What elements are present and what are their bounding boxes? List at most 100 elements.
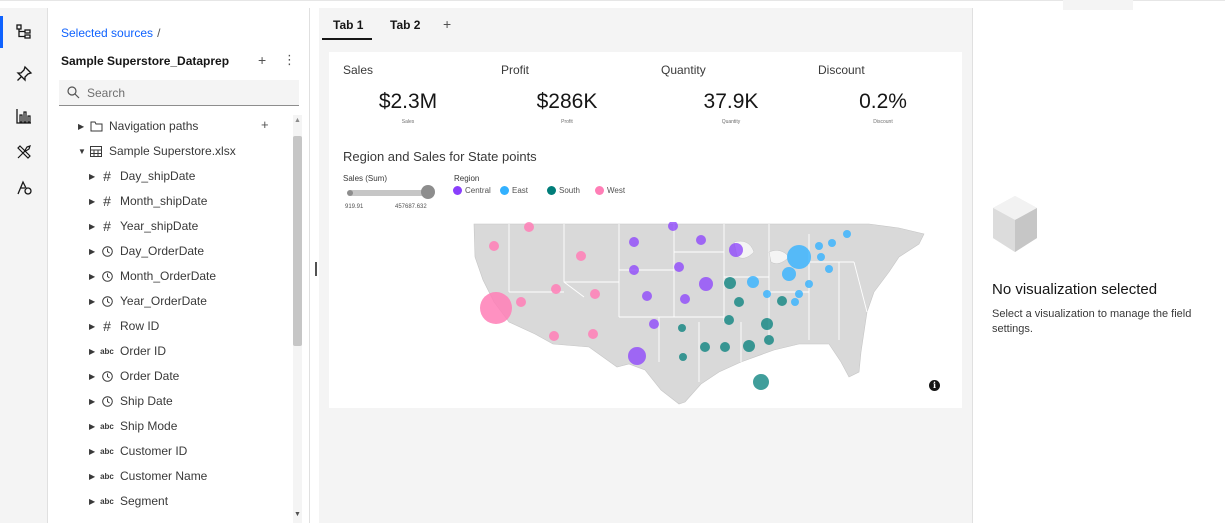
kpi-value-sales[interactable]: $2.3M <box>338 90 478 114</box>
kpi-caption-sales: Sales <box>401 119 415 125</box>
clock-icon <box>99 370 115 382</box>
tree-item-navigation-paths[interactable]: ▶ Navigation paths <box>78 115 198 137</box>
expand-right-icon[interactable]: ▶ <box>89 347 99 356</box>
format-button[interactable] <box>0 170 48 206</box>
tree-item-label: Ship Mode <box>120 419 178 433</box>
source-name: Sample Superstore_Dataprep <box>61 54 230 68</box>
source-overflow-menu-button[interactable]: ⋮ <box>283 52 296 68</box>
expand-right-icon[interactable]: ▶ <box>89 247 99 256</box>
point-east <box>843 230 851 238</box>
pin-icon <box>16 65 33 82</box>
tree-item-field[interactable]: ▶ Ship Date <box>89 390 173 412</box>
tree-item-field[interactable]: ▶ # Month_shipDate <box>89 190 207 212</box>
kpi-caption-quantity: Quantity <box>721 119 741 125</box>
tree-item-field[interactable]: ▶ Order Date <box>89 365 179 387</box>
folder-icon <box>88 121 104 132</box>
scroll-up-icon[interactable]: ▲ <box>294 117 301 124</box>
tree-item-field[interactable]: ▶ abc Customer ID <box>89 440 187 462</box>
expand-down-icon[interactable]: ▼ <box>78 147 88 156</box>
point-west <box>590 289 600 299</box>
point-south <box>753 374 769 390</box>
size-legend-max-marker <box>421 185 435 199</box>
info-icon[interactable]: i <box>929 380 940 391</box>
legend-item-east[interactable]: East <box>500 186 528 195</box>
point-east <box>817 253 825 261</box>
tree-item-field[interactable]: ▶ # Row ID <box>89 315 159 337</box>
tree-item-field[interactable]: ▶ abc Segment <box>89 490 168 512</box>
tree-item-field[interactable]: ▶ # Year_shipDate <box>89 215 198 237</box>
text-icon: abc <box>100 346 114 356</box>
sources-button[interactable] <box>0 14 48 50</box>
numeric-icon: # <box>103 318 111 334</box>
properties-panel: No visualization selected Select a visua… <box>972 0 1225 523</box>
point-south <box>720 342 730 352</box>
expand-right-icon[interactable]: ▶ <box>89 297 99 306</box>
splitter-grip-icon[interactable] <box>315 262 317 276</box>
tree-item-field[interactable]: ▶ abc Customer Name <box>89 465 207 487</box>
kpi-label-profit: Profit <box>501 63 530 77</box>
us-state-map[interactable] <box>469 222 929 406</box>
tree-item-field[interactable]: ▶ abc Order ID <box>89 340 166 362</box>
visualizations-button[interactable] <box>0 98 48 134</box>
tree-item-sample-superstore[interactable]: ▼ Sample Superstore.xlsx <box>78 140 236 162</box>
legend-item-west[interactable]: West <box>595 186 625 195</box>
kpi-value-profit[interactable]: $286K <box>497 90 637 114</box>
legend-item-central[interactable]: Central <box>453 186 491 195</box>
search-box <box>59 80 299 106</box>
expand-right-icon[interactable]: ▶ <box>89 272 99 281</box>
clock-icon <box>99 295 115 307</box>
expand-right-icon[interactable]: ▶ <box>89 497 99 506</box>
expand-right-icon[interactable]: ▶ <box>78 122 88 131</box>
legend-swatch <box>547 186 556 195</box>
point-south <box>724 315 734 325</box>
legend-item-south[interactable]: South <box>547 186 580 195</box>
tree-scrollbar-thumb[interactable] <box>293 136 302 346</box>
point-central <box>729 243 743 257</box>
point-east <box>795 290 803 298</box>
add-navigation-path-button[interactable]: + <box>261 117 269 132</box>
tab-2[interactable]: Tab 2 <box>390 18 420 32</box>
expand-right-icon[interactable]: ▶ <box>89 172 99 181</box>
tree-item-label: Year_shipDate <box>120 219 199 233</box>
expand-right-icon[interactable]: ▶ <box>89 372 99 381</box>
point-south <box>700 342 710 352</box>
breadcrumb-link[interactable]: Selected sources <box>61 26 153 40</box>
tree-item-field[interactable]: ▶ abc Ship Mode <box>89 415 177 437</box>
clock-icon <box>99 245 115 257</box>
tree-item-field[interactable]: ▶ # Day_shipDate <box>89 165 195 187</box>
scroll-down-icon[interactable]: ▼ <box>294 511 301 518</box>
dashboard-card[interactable]: Sales Profit Quantity Discount $2.3M $28… <box>329 52 962 408</box>
kpi-label-sales: Sales <box>343 63 374 77</box>
point-central <box>699 277 713 291</box>
tree-item-field[interactable]: ▶ Year_OrderDate <box>89 290 207 312</box>
point-central <box>629 265 639 275</box>
expand-right-icon[interactable]: ▶ <box>89 447 99 456</box>
point-west <box>516 297 526 307</box>
tools-button[interactable] <box>0 134 48 170</box>
add-tab-button[interactable]: + <box>443 16 451 32</box>
tree-item-field[interactable]: ▶ Day_OrderDate <box>89 240 204 262</box>
expand-right-icon[interactable]: ▶ <box>89 322 99 331</box>
expand-right-icon[interactable]: ▶ <box>89 422 99 431</box>
expand-right-icon[interactable]: ▶ <box>89 397 99 406</box>
clock-icon <box>99 395 115 407</box>
size-legend-min-marker <box>347 190 353 196</box>
kpi-value-discount[interactable]: 0.2% <box>813 90 953 114</box>
kpi-value-quantity[interactable]: 37.9K <box>661 90 801 114</box>
viz-title: Region and Sales for State points <box>343 149 537 164</box>
expand-right-icon[interactable]: ▶ <box>89 222 99 231</box>
expand-right-icon[interactable]: ▶ <box>89 197 99 206</box>
tree-item-field[interactable]: ▶ Month_OrderDate <box>89 265 216 287</box>
pin-button[interactable] <box>0 56 48 92</box>
tree-item-label: Ship Date <box>120 394 173 408</box>
tree-item-label: Segment <box>120 494 169 508</box>
dashboard-canvas: Tab 1 Tab 2 + Sales Profit Quantity Disc… <box>319 8 972 523</box>
point-east <box>805 280 813 288</box>
tab-1[interactable]: Tab 1 <box>333 18 363 32</box>
search-input[interactable] <box>87 84 292 102</box>
tree-item-label: Customer Name <box>120 469 208 483</box>
expand-right-icon[interactable]: ▶ <box>89 472 99 481</box>
tree-item-label: Month_OrderDate <box>120 269 217 283</box>
add-source-button[interactable]: + <box>258 52 266 68</box>
text-icon: abc <box>100 496 114 506</box>
